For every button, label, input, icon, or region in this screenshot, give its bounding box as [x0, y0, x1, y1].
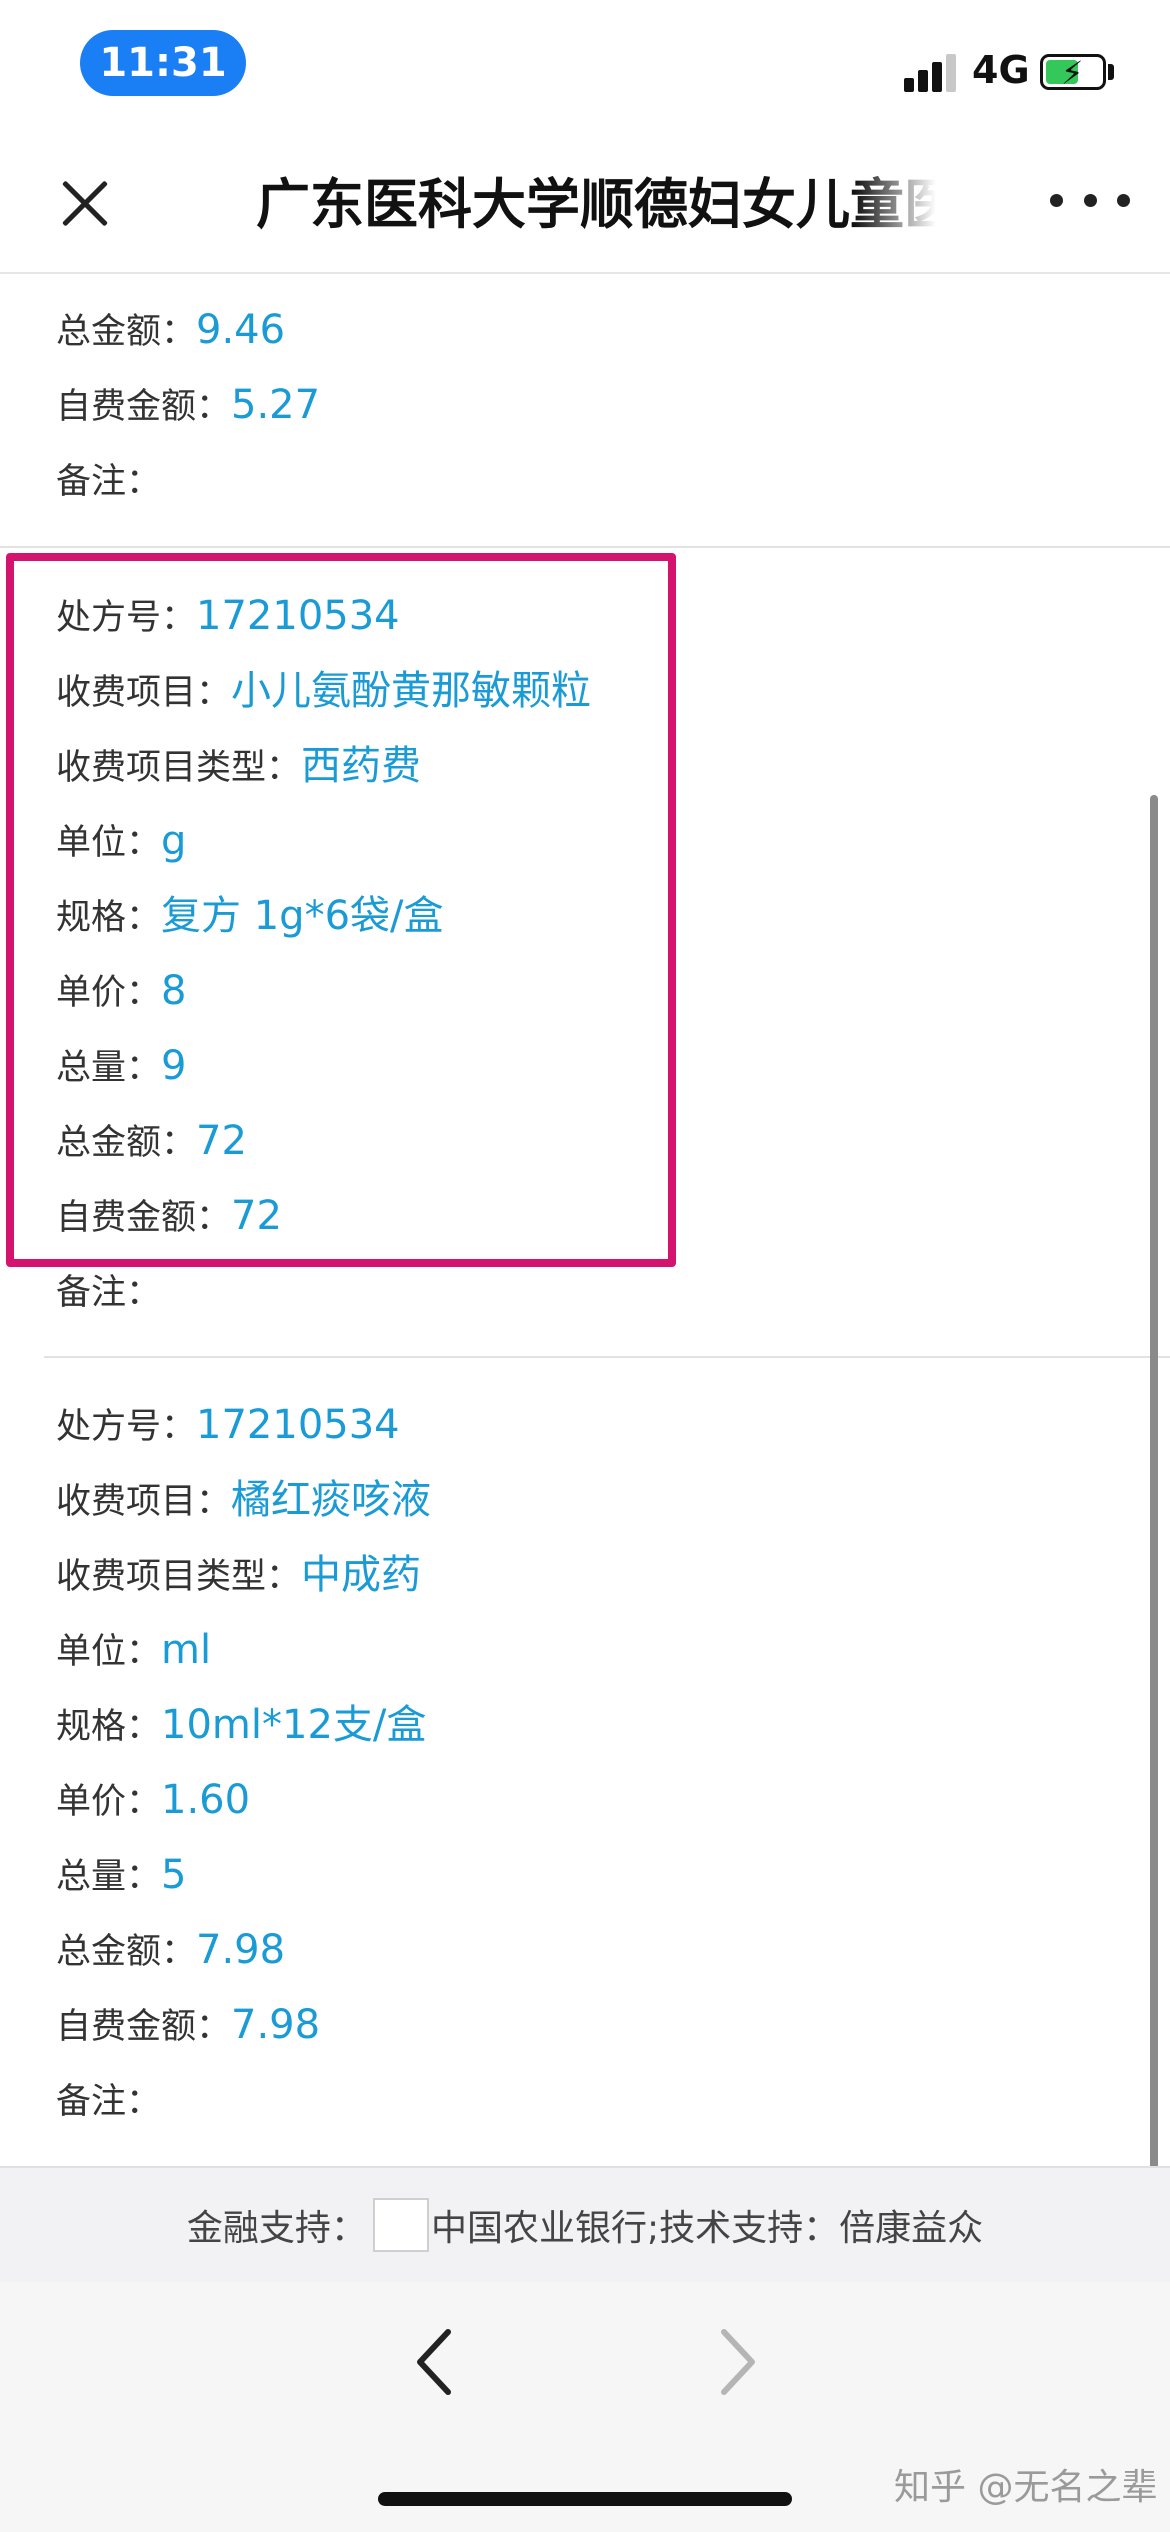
field-row: 单位：g — [56, 811, 186, 871]
nav-bar: 广东医科大学顺德妇女儿童医 — [0, 130, 1170, 274]
field-value: 8 — [161, 968, 187, 1014]
field-row: 规格：复方 1g*6袋/盒 — [56, 886, 444, 946]
battery-charging-icon: ⚡ — [1040, 54, 1106, 92]
field-label: 自费金额： — [56, 1198, 232, 1238]
watermark-text: 知乎 @无名之辈 — [894, 2467, 1158, 2508]
finance-support-label: 金融支持： — [186, 2208, 367, 2249]
page-footer: 金融支持： 中国农业银行;技术支持：倍康益众 — [0, 2166, 1170, 2282]
status-time[interactable]: 11:31 — [80, 30, 246, 96]
field-value: 7.98 — [231, 2002, 321, 2048]
back-chevron-icon[interactable] — [404, 2322, 464, 2402]
support-text: 中国农业银行;技术支持：倍康益众 — [430, 2208, 984, 2249]
field-label: 总金额： — [56, 312, 197, 352]
field-label: 总量： — [56, 1857, 162, 1897]
field-value: 10ml*12支/盒 — [161, 1702, 427, 1748]
network-type: 4G — [972, 48, 1030, 92]
field-label: 收费项目： — [56, 673, 232, 713]
field-row: 单价：1.60 — [56, 1770, 250, 1830]
field-label: 自费金额： — [56, 387, 232, 427]
field-label: 收费项目类型： — [56, 748, 302, 788]
field-value: 17210534 — [196, 1402, 400, 1448]
field-value: 复方 1g*6袋/盒 — [161, 893, 444, 939]
field-row: 规格：10ml*12支/盒 — [56, 1695, 426, 1755]
field-value: 1.60 — [161, 1777, 251, 1823]
field-value: 7.98 — [196, 1927, 286, 1973]
field-row: 收费项目类型：中成药 — [56, 1545, 421, 1605]
field-row: 总量：9 — [56, 1036, 186, 1096]
page-title: 广东医科大学顺德妇女儿童医 — [256, 173, 936, 236]
field-value: 5 — [161, 1852, 187, 1898]
field-label: 总金额： — [56, 1123, 197, 1163]
forward-chevron-icon[interactable] — [708, 2322, 768, 2402]
field-label: 总金额： — [56, 1932, 197, 1972]
field-label: 收费项目： — [56, 1482, 232, 1522]
field-label: 备注： — [56, 462, 162, 502]
field-value: 9.46 — [196, 307, 286, 353]
field-row: 处方号：17210534 — [56, 586, 400, 646]
status-bar: 11:31 4G ⚡ — [0, 0, 1170, 130]
field-label: 单位： — [56, 1632, 162, 1672]
field-label: 规格： — [56, 898, 162, 938]
field-row: 收费项目：小儿氨酚黄那敏颗粒 — [56, 661, 591, 721]
field-value: 中成药 — [301, 1552, 422, 1598]
field-value: 小儿氨酚黄那敏颗粒 — [231, 668, 592, 714]
field-value: 9 — [161, 1043, 187, 1089]
more-options-icon[interactable] — [1050, 194, 1130, 214]
field-row: 总量：5 — [56, 1845, 186, 1905]
field-value: 西药费 — [301, 743, 422, 789]
field-row: 处方号：17210534 — [56, 1395, 400, 1455]
field-row: 总金额：72 — [56, 1111, 247, 1171]
field-label: 单价： — [56, 973, 162, 1013]
record-list[interactable]: 总金额：9.46 自费金额：5.27 备注： 处方号：17210534 收费项目… — [0, 276, 1170, 2166]
field-row: 自费金额：5.27 — [56, 375, 320, 435]
cellular-signal-icon — [904, 52, 960, 92]
field-label: 备注： — [56, 2082, 162, 2122]
field-label: 处方号： — [56, 598, 197, 638]
field-row: 总金额：7.98 — [56, 1920, 285, 1980]
field-value: g — [161, 818, 187, 864]
field-row: 单位：ml — [56, 1620, 211, 1680]
field-label: 备注： — [56, 1273, 162, 1313]
field-value: 72 — [231, 1193, 282, 1239]
field-row: 收费项目：橘红痰咳液 — [56, 1470, 431, 1530]
field-label: 规格： — [56, 1707, 162, 1747]
field-value: 5.27 — [231, 382, 321, 428]
field-row: 自费金额：7.98 — [56, 1995, 320, 2055]
home-indicator[interactable] — [378, 2492, 792, 2506]
field-value: 17210534 — [196, 593, 400, 639]
field-row: 自费金额：72 — [56, 1186, 282, 1246]
field-row: 总金额：9.46 — [56, 300, 285, 360]
field-label: 总量： — [56, 1048, 162, 1088]
close-icon[interactable] — [50, 168, 120, 238]
battery-cap — [1108, 64, 1114, 80]
field-row: 备注： — [56, 450, 161, 510]
record-divider — [44, 1356, 1170, 1358]
field-label: 单位： — [56, 823, 162, 863]
field-label: 自费金额： — [56, 2007, 232, 2047]
field-label: 处方号： — [56, 1407, 197, 1447]
field-row: 备注： — [56, 2070, 161, 2130]
field-label: 单价： — [56, 1782, 162, 1822]
browser-toolbar: 知乎 @无名之辈 — [0, 2282, 1170, 2532]
field-label: 收费项目类型： — [56, 1557, 302, 1597]
bank-logo-icon — [372, 2198, 429, 2252]
field-value: ml — [161, 1627, 212, 1673]
vertical-scrollbar[interactable] — [1150, 795, 1158, 2275]
field-row: 收费项目类型：西药费 — [56, 736, 421, 796]
field-row: 备注： — [56, 1261, 161, 1321]
field-row: 单价：8 — [56, 961, 186, 1021]
field-value: 72 — [196, 1118, 247, 1164]
field-value: 橘红痰咳液 — [231, 1477, 432, 1523]
record-divider — [0, 546, 1170, 548]
